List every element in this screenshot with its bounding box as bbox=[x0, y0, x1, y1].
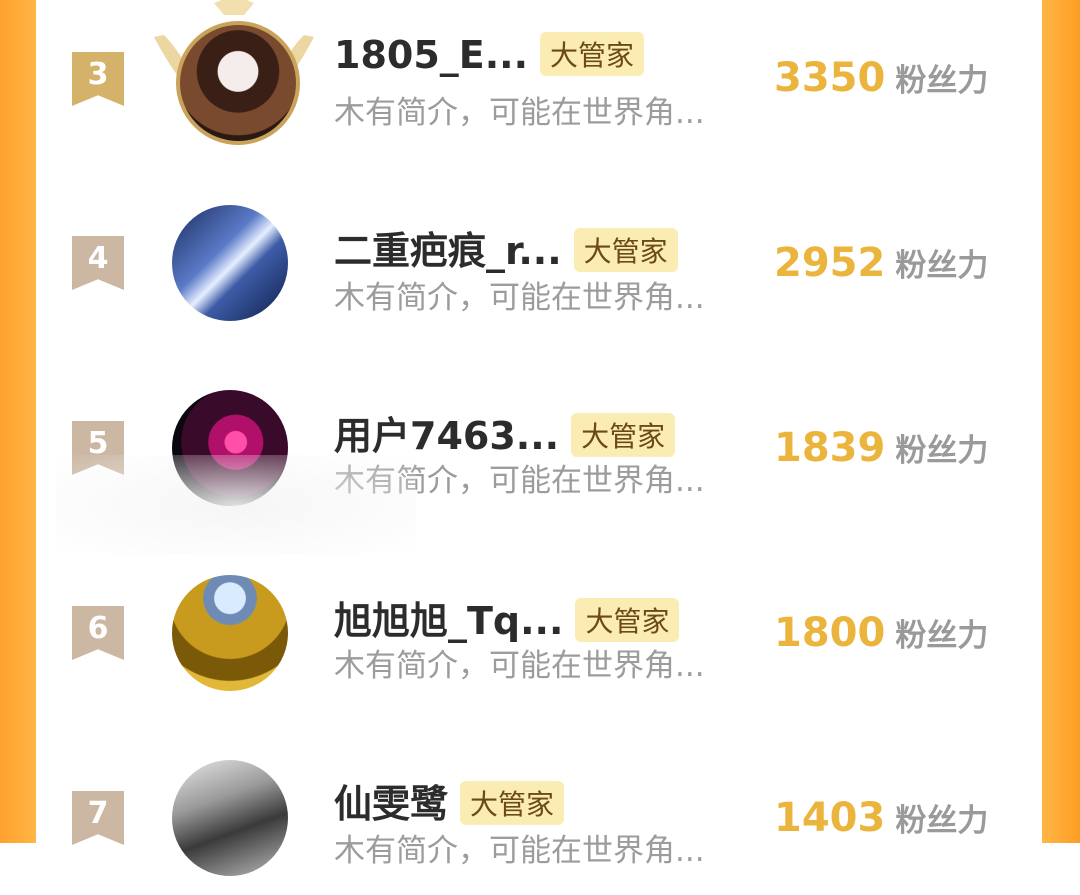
frame-left bbox=[0, 0, 36, 843]
role-badge: 大管家 bbox=[460, 780, 565, 825]
image-artifact bbox=[56, 455, 416, 555]
rank-badge: 4 bbox=[72, 236, 124, 290]
user-name-text[interactable]: 1805_E... bbox=[334, 33, 528, 77]
role-badge: 大管家 bbox=[540, 31, 645, 76]
rank-badge: 7 bbox=[72, 791, 124, 845]
score-unit: 粉丝力 bbox=[895, 803, 989, 839]
fan-power-score: 1800 粉丝力 bbox=[774, 610, 988, 656]
user-name-text[interactable]: 仙雯鹭 bbox=[334, 782, 448, 826]
avatar[interactable] bbox=[176, 21, 300, 145]
fan-power-score: 1403 粉丝力 bbox=[774, 795, 988, 841]
frame-right bbox=[1042, 0, 1080, 843]
avatar[interactable] bbox=[172, 575, 288, 691]
avatar[interactable] bbox=[172, 760, 288, 876]
user-name[interactable]: 旭旭旭_Tq... 大管家 bbox=[334, 590, 680, 646]
score-value: 2952 bbox=[774, 240, 886, 286]
user-name-text[interactable]: 用户7463... bbox=[334, 414, 559, 458]
score-unit: 粉丝力 bbox=[895, 618, 989, 654]
fan-power-score: 2952 粉丝力 bbox=[774, 240, 988, 286]
user-bio: 木有简介，可能在世界角... bbox=[334, 280, 705, 316]
score-value: 1839 bbox=[774, 425, 886, 471]
user-name-text[interactable]: 旭旭旭_Tq... bbox=[334, 599, 563, 643]
score-value: 1403 bbox=[774, 795, 886, 841]
user-name[interactable]: 用户7463... 大管家 bbox=[334, 405, 676, 461]
fan-ranking-list: 3 1805_E... 大管家 木有简介，可能在世界角... 3350 粉丝力 4 … bbox=[36, 0, 1042, 876]
user-name[interactable]: 仙雯鹭 大管家 bbox=[334, 773, 565, 829]
role-badge: 大管家 bbox=[571, 412, 676, 457]
user-bio: 木有简介，可能在世界角... bbox=[334, 95, 705, 131]
avatar[interactable] bbox=[172, 205, 288, 321]
score-unit: 粉丝力 bbox=[895, 433, 989, 469]
user-name[interactable]: 1805_E... 大管家 bbox=[334, 31, 645, 80]
fan-power-score: 3350 粉丝力 bbox=[774, 55, 988, 101]
ranking-row[interactable]: 3 1805_E... 大管家 木有简介，可能在世界角... 3350 粉丝力 bbox=[36, 0, 1042, 155]
user-name[interactable]: 二重疤痕_r... 大管家 bbox=[334, 220, 678, 276]
score-unit: 粉丝力 bbox=[895, 248, 989, 284]
ranking-row[interactable]: 4 二重疤痕_r... 大管家 木有简介，可能在世界角... 2952 粉丝力 bbox=[36, 190, 1042, 340]
score-value: 3350 bbox=[774, 55, 886, 101]
fan-power-score: 1839 粉丝力 bbox=[774, 425, 988, 471]
ranking-row[interactable]: 6 旭旭旭_Tq... 大管家 木有简介，可能在世界角... 1800 粉丝力 bbox=[36, 560, 1042, 710]
user-name-text[interactable]: 二重疤痕_r... bbox=[334, 229, 562, 273]
ranking-row[interactable]: 7 仙雯鹭 大管家 木有简介，可能在世界角... 1403 粉丝力 bbox=[36, 745, 1042, 895]
rank-badge: 6 bbox=[72, 606, 124, 660]
score-unit: 粉丝力 bbox=[895, 63, 989, 99]
rank-badge: 3 bbox=[72, 52, 124, 106]
user-bio: 木有简介，可能在世界角... bbox=[334, 833, 705, 869]
user-bio: 木有简介，可能在世界角... bbox=[334, 648, 705, 684]
role-badge: 大管家 bbox=[573, 227, 678, 272]
score-value: 1800 bbox=[774, 610, 886, 656]
role-badge: 大管家 bbox=[575, 597, 680, 642]
